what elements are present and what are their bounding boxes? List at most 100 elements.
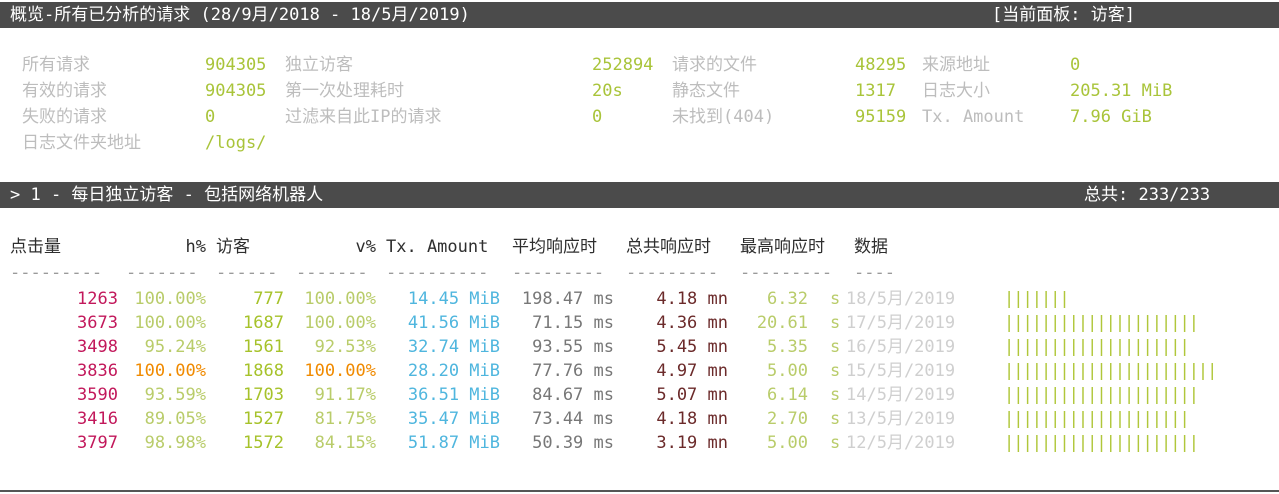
cell-hits-percent: 100.00% <box>134 289 206 309</box>
cell-max-ts: 20.61 <box>756 313 808 333</box>
dash-data: ---- <box>854 263 895 283</box>
table-row[interactable]: 3797 98.98% 1572 84.15% 51.87 MiB 50.39 ms 3.1… <box>0 430 1279 454</box>
cell-avg-ts: 77.76 ms <box>532 361 614 381</box>
stat-value-log-size: 205.31 MiB <box>1070 81 1173 101</box>
cell-max-ts: 6.14 <box>767 385 808 405</box>
dash-visitors-percent: ------- <box>296 263 368 283</box>
cell-avg-ts: 71.15 ms <box>532 313 614 333</box>
visitor-sparkbar: ||||||||||||||||||||| <box>1004 385 1199 405</box>
stat-value-not-found: 95159 <box>855 107 907 127</box>
cell-avg-ts: 93.55 ms <box>532 337 614 357</box>
cell-tx-amount: 36.51 MiB <box>407 385 500 405</box>
dash-hits: --------- <box>10 263 103 283</box>
col-header-hits-percent: h% <box>185 237 206 257</box>
stat-value-total-requests: 904305 <box>205 55 267 75</box>
cell-visitors-percent: 100.00% <box>304 361 376 381</box>
cell-visitors-percent: 92.53% <box>314 337 376 357</box>
dash-avg-ts: --------- <box>512 263 605 283</box>
cell-visitors-percent: 100.00% <box>304 289 376 309</box>
cell-avg-ts: 198.47 ms <box>521 289 614 309</box>
cell-max-ts-unit: s <box>830 289 841 309</box>
table-row[interactable]: 3498 95.24% 1561 92.53% 32.74 MiB 93.55 ms 5.4… <box>0 334 1279 358</box>
cell-max-ts-unit: s <box>830 433 841 453</box>
cell-cum-ts: 4.36 mn <box>656 313 728 333</box>
cell-date: 14/5月/2019 <box>846 385 956 405</box>
cell-tx-amount: 32.74 MiB <box>407 337 500 357</box>
cell-tx-amount: 41.56 MiB <box>407 313 500 333</box>
col-header-visitors-percent: v% <box>355 237 376 257</box>
visitor-sparkbar: ||||||||||||||||||||| <box>1004 433 1199 453</box>
col-header-tx-amount: Tx. Amount <box>386 237 489 257</box>
cell-max-ts-unit: s <box>830 313 841 333</box>
cell-hits: 1263 <box>77 289 118 309</box>
cell-max-ts-unit: s <box>830 337 841 357</box>
current-panel-label: [当前面板: 访客] <box>992 5 1135 25</box>
stat-label-log-size: 日志大小 <box>922 81 990 101</box>
visitor-sparkbar: ||||||||||||||||||||||| <box>1004 361 1217 381</box>
stat-label-referrers: 来源地址 <box>922 55 990 75</box>
cell-visitors-percent: 81.75% <box>314 409 376 429</box>
cell-cum-ts: 4.18 mn <box>656 289 728 309</box>
table-row[interactable]: 3673 100.00% 1687 100.00% 41.56 MiB 71.15 ms 4… <box>0 310 1279 334</box>
stat-label-log-folder: 日志文件夹地址 <box>22 133 141 153</box>
dash-visitors: ------ <box>216 263 278 283</box>
cell-hits-percent: 100.00% <box>134 313 206 333</box>
cell-max-ts: 2.70 <box>767 409 808 429</box>
table-row[interactable]: 3590 93.59% 1703 91.17% 36.51 MiB 84.67 ms 5.0… <box>0 382 1279 406</box>
cell-tx-amount: 14.45 MiB <box>407 289 500 309</box>
cell-max-ts-unit: s <box>830 385 841 405</box>
cell-hits: 3836 <box>77 361 118 381</box>
stat-label-init-time: 第一次处理耗时 <box>285 81 404 101</box>
stat-label-static-files: 静态文件 <box>672 81 740 101</box>
cell-visitors-percent: 91.17% <box>314 385 376 405</box>
cell-hits-percent: 100.00% <box>134 361 206 381</box>
cell-date: 12/5月/2019 <box>846 433 956 453</box>
visitor-sparkbar: ||||||||||||||||||||| <box>1004 313 1199 333</box>
overview-title: 概览-所有已分析的请求 (28/9月/2018 - 18/5月/2019) <box>10 5 470 25</box>
cell-avg-ts: 50.39 ms <box>532 433 614 453</box>
cell-cum-ts: 5.45 mn <box>656 337 728 357</box>
dash-hits-percent: ------- <box>126 263 198 283</box>
visitor-sparkbar: ||||||| <box>1004 289 1070 309</box>
stat-label-total-requests: 所有请求 <box>22 55 90 75</box>
stat-value-tx-amount: 7.96 GiB <box>1070 107 1152 127</box>
stat-value-log-folder: /logs/ <box>205 133 267 153</box>
visitor-sparkbar: |||||||||||||||||||| <box>1004 337 1190 357</box>
cell-date: 17/5月/2019 <box>846 313 956 333</box>
stat-label-tx-amount: Tx. Amount <box>922 107 1025 127</box>
dash-cum-ts: --------- <box>626 263 719 283</box>
cell-visitors: 1687 <box>243 313 284 333</box>
stat-label-requested-files: 请求的文件 <box>672 55 757 75</box>
stat-value-static-files: 1317 <box>855 81 896 101</box>
cell-avg-ts: 73.44 ms <box>532 409 614 429</box>
dash-tx-amount: ---------- <box>386 263 489 283</box>
stat-label-not-found: 未找到(404) <box>672 107 775 127</box>
cell-visitors: 1572 <box>243 433 284 453</box>
cell-tx-amount: 51.87 MiB <box>407 433 500 453</box>
cell-hits-percent: 95.24% <box>144 337 206 357</box>
cell-cum-ts: 4.18 mn <box>656 409 728 429</box>
cell-max-ts: 5.00 <box>767 433 808 453</box>
panel-header-bar[interactable]: > 1 - 每日独立访客 - 包括网络机器人 总共: 233/233 <box>0 182 1279 208</box>
cell-date: 13/5月/2019 <box>846 409 956 429</box>
stat-value-requested-files: 48295 <box>855 55 907 75</box>
table-row[interactable]: 3836 100.00% 1868 100.00% 28.20 MiB 77.76 ms 4… <box>0 358 1279 382</box>
cell-tx-amount: 35.47 MiB <box>407 409 500 429</box>
cell-max-ts-unit: s <box>830 361 841 381</box>
panel-title[interactable]: > 1 - 每日独立访客 - 包括网络机器人 <box>10 182 323 208</box>
cell-visitors-percent: 100.00% <box>304 313 376 333</box>
table-row[interactable]: 1263 100.00% 777 100.00% 14.45 MiB 198.47 ms 4… <box>0 286 1279 310</box>
cell-avg-ts: 84.67 ms <box>532 385 614 405</box>
cell-hits: 3590 <box>77 385 118 405</box>
cell-visitors: 1527 <box>243 409 284 429</box>
col-header-cum-ts: 总共响应时 <box>626 237 711 257</box>
cell-max-ts: 6.32 <box>767 289 808 309</box>
cell-date: 18/5月/2019 <box>846 289 956 309</box>
stat-value-referrers: 0 <box>1070 55 1081 75</box>
table-row[interactable]: 3416 89.05% 1527 81.75% 35.47 MiB 73.44 ms 4.1… <box>0 406 1279 430</box>
cell-hits-percent: 98.98% <box>144 433 206 453</box>
col-header-avg-ts: 平均响应时 <box>512 237 597 257</box>
visitor-sparkbar: |||||||||||||||||||| <box>1004 409 1190 429</box>
cell-tx-amount: 28.20 MiB <box>407 361 500 381</box>
cell-hits: 3416 <box>77 409 118 429</box>
